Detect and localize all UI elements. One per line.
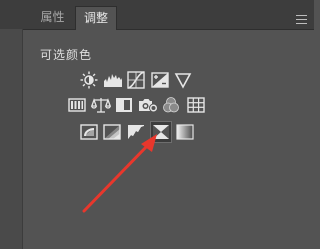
panel-menu-icon[interactable] xyxy=(296,15,307,24)
left-dock-divider xyxy=(22,29,23,249)
color-balance-icon[interactable] xyxy=(91,96,111,114)
channel-mixer-icon[interactable] xyxy=(162,96,180,114)
tab-adjustments[interactable]: 调整 xyxy=(75,6,117,30)
hue-saturation-icon[interactable] xyxy=(68,96,86,114)
photo-filter-icon[interactable] xyxy=(138,96,158,114)
brightness-contrast-icon[interactable] xyxy=(80,71,98,89)
tab-properties[interactable]: 属性 xyxy=(30,6,75,29)
posterize-icon[interactable] xyxy=(103,123,121,141)
exposure-icon[interactable] xyxy=(151,71,169,89)
curves-icon[interactable] xyxy=(127,71,145,89)
black-white-icon[interactable] xyxy=(115,96,133,114)
gradient-map-icon[interactable] xyxy=(176,123,194,141)
vibrance-icon[interactable] xyxy=(174,71,192,89)
invert-icon[interactable] xyxy=(80,123,98,141)
threshold-icon[interactable] xyxy=(127,123,145,141)
levels-icon[interactable] xyxy=(103,71,123,89)
panel-title: 可选颜色 xyxy=(40,48,93,62)
panel-tab-bar: 属性 调整 xyxy=(0,0,314,30)
color-lookup-icon[interactable] xyxy=(187,96,205,114)
left-dock-strip xyxy=(0,29,22,249)
selective-color-icon[interactable] xyxy=(150,121,172,143)
